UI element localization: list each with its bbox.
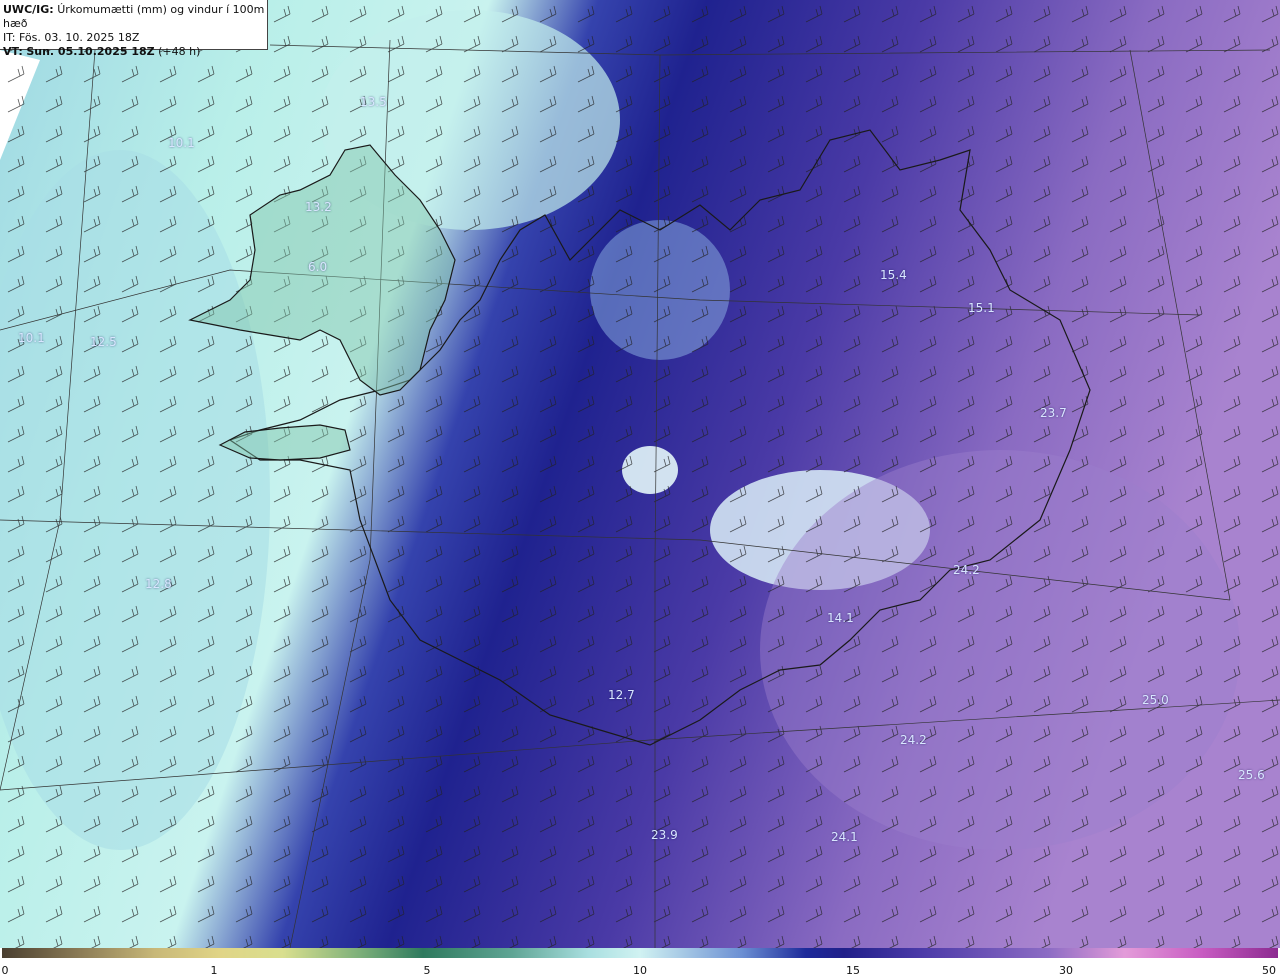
value-label: 15.4 bbox=[880, 268, 907, 282]
value-label: 15.1 bbox=[968, 301, 995, 315]
map-header: UWC/IG: Úrkomumætti (mm) og vindur í 100… bbox=[0, 0, 268, 58]
value-label: 6.0 bbox=[308, 260, 328, 274]
colorbar-tick: 30 bbox=[1059, 964, 1073, 977]
value-label: 12.8 bbox=[145, 577, 172, 591]
colorbar-tick: 1 bbox=[210, 964, 218, 977]
valid-time-line: VT: Sun. 05.10.2025 18Z (+48 h) bbox=[3, 45, 267, 59]
colorbar-tick: 50 bbox=[1262, 964, 1276, 977]
value-label: 10.1 bbox=[168, 136, 195, 150]
title-line: UWC/IG: Úrkomumætti (mm) og vindur í 100… bbox=[3, 3, 267, 31]
value-label: 23.9 bbox=[651, 828, 678, 842]
value-label: 13.5 bbox=[360, 95, 387, 109]
colorbar-gradient bbox=[2, 948, 1278, 958]
colorbar: 0 1 5 10 15 30 50 bbox=[0, 948, 1280, 978]
value-label: 13.2 bbox=[305, 200, 332, 214]
value-label: 10.1 bbox=[18, 331, 45, 345]
colorbar-tick: 15 bbox=[846, 964, 860, 977]
value-label: 24.2 bbox=[953, 563, 980, 577]
value-label: 12.5 bbox=[90, 335, 117, 349]
value-label: 14.1 bbox=[827, 611, 854, 625]
value-label: 25.6 bbox=[1238, 768, 1265, 782]
value-label: 24.1 bbox=[831, 830, 858, 844]
valid-time: Sun. 05.10.2025 18Z bbox=[26, 45, 155, 58]
value-label: 24.2 bbox=[900, 733, 927, 747]
value-label: 12.7 bbox=[608, 688, 635, 702]
model-label: UWC/IG: bbox=[3, 3, 54, 16]
issue-time: IT: Fös. 03. 10. 2025 18Z bbox=[3, 31, 140, 44]
colorbar-tick: 5 bbox=[423, 964, 431, 977]
colorbar-tick: 0 bbox=[1, 964, 9, 977]
valid-label: VT: bbox=[3, 45, 23, 58]
colorbar-tick: 10 bbox=[633, 964, 647, 977]
value-label: 23.7 bbox=[1040, 406, 1067, 420]
forecast-map: 13.5 10.1 13.2 6.0 10.1 12.5 12.8 15.4 1… bbox=[0, 0, 1280, 948]
value-label: 25.0 bbox=[1142, 693, 1169, 707]
lead-time: (+48 h) bbox=[158, 45, 201, 58]
